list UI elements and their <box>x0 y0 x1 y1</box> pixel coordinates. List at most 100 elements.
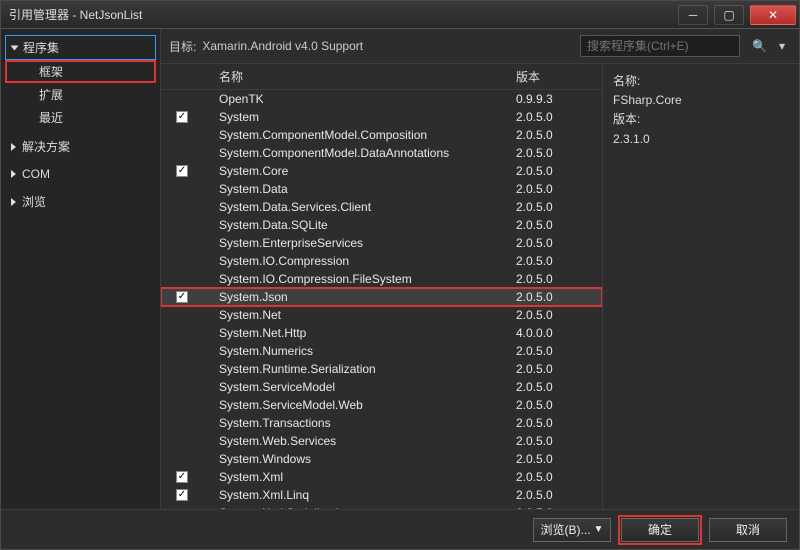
table-row[interactable]: System.Numerics2.0.5.0 <box>161 342 602 360</box>
sidebar-item-label: 框架 <box>39 65 63 79</box>
table-row[interactable]: System.IO.Compression.FileSystem2.0.5.0 <box>161 270 602 288</box>
assembly-version: 2.0.5.0 <box>516 488 602 502</box>
checkbox[interactable]: ✓ <box>176 111 188 123</box>
expand-icon <box>11 170 16 178</box>
assembly-version: 2.0.5.0 <box>516 218 602 232</box>
search-input[interactable] <box>580 35 740 57</box>
assembly-name: System.ComponentModel.DataAnnotations <box>219 146 516 160</box>
assembly-name: System.Json <box>219 290 516 304</box>
detail-name-label: 名称: <box>613 74 640 88</box>
table-row[interactable]: System.ServiceModel2.0.5.0 <box>161 378 602 396</box>
expand-icon <box>11 198 16 206</box>
main-panel: 目标: Xamarin.Android v4.0 Support 🔍 ▾ 名称 … <box>161 29 799 509</box>
assembly-version: 0.9.9.3 <box>516 92 602 106</box>
assembly-version: 2.0.5.0 <box>516 362 602 376</box>
table-row[interactable]: System.Net.Http4.0.0.0 <box>161 324 602 342</box>
window-title: 引用管理器 - NetJsonList <box>9 6 675 23</box>
table-row[interactable]: ✓System.Xml.Linq2.0.5.0 <box>161 486 602 504</box>
assembly-name: System.IO.Compression <box>219 254 516 268</box>
assembly-name: System.Data <box>219 182 516 196</box>
sidebar-group-com[interactable]: COM <box>5 164 156 184</box>
table-row[interactable]: System.ComponentModel.DataAnnotations2.0… <box>161 144 602 162</box>
detail-version-value: 2.3.1.0 <box>613 130 789 149</box>
table-row[interactable]: System.EnterpriseServices2.0.5.0 <box>161 234 602 252</box>
sidebar-item-framework[interactable]: 框架 <box>5 60 156 83</box>
cancel-button-label: 取消 <box>736 521 760 538</box>
assembly-name: System.Data.SQLite <box>219 218 516 232</box>
column-name-header[interactable]: 名称 <box>219 68 516 85</box>
target-row: 目标: Xamarin.Android v4.0 Support 🔍 ▾ <box>161 29 799 64</box>
sidebar-group-label: 程序集 <box>23 39 59 56</box>
table-row[interactable]: System.Data.Services.Client2.0.5.0 <box>161 198 602 216</box>
assembly-name: System.Xml <box>219 470 516 484</box>
minimize-button[interactable]: ─ <box>678 5 708 25</box>
sidebar-group-assemblies[interactable]: 程序集 <box>5 35 156 60</box>
assembly-version: 2.0.5.0 <box>516 470 602 484</box>
ok-button[interactable]: 确定 <box>621 518 699 542</box>
sidebar-group-label: COM <box>22 167 50 181</box>
maximize-button[interactable]: ▢ <box>714 5 744 25</box>
browse-button-label: 浏览(B)... <box>541 521 591 538</box>
close-button[interactable]: ✕ <box>750 5 796 25</box>
search-dropdown-icon[interactable]: ▾ <box>773 37 791 55</box>
sidebar-group-browse[interactable]: 浏览 <box>5 190 156 213</box>
table-row[interactable]: System.Runtime.Serialization2.0.5.0 <box>161 360 602 378</box>
assembly-version: 2.0.5.0 <box>516 164 602 178</box>
assembly-version: 2.0.5.0 <box>516 272 602 286</box>
sidebar-group-label: 浏览 <box>22 193 46 210</box>
assembly-version: 4.0.0.0 <box>516 326 602 340</box>
assembly-version: 2.0.5.0 <box>516 308 602 322</box>
table-row[interactable]: ✓System2.0.5.0 <box>161 108 602 126</box>
assembly-name: System.Transactions <box>219 416 516 430</box>
sidebar: 程序集 框架 扩展 最近 解决方案 COM <box>1 29 161 509</box>
column-version-header[interactable]: 版本 <box>516 68 602 85</box>
assembly-name: System.ComponentModel.Composition <box>219 128 516 142</box>
assembly-version: 2.0.5.0 <box>516 344 602 358</box>
detail-panel: 名称: FSharp.Core 版本: 2.3.1.0 <box>603 64 799 509</box>
assembly-name: System.Core <box>219 164 516 178</box>
assembly-name: System.Net.Http <box>219 326 516 340</box>
checkbox[interactable]: ✓ <box>176 165 188 177</box>
sidebar-item-recent[interactable]: 最近 <box>5 106 156 129</box>
table-row[interactable]: System.Web.Services2.0.5.0 <box>161 432 602 450</box>
assembly-name: System.Data.Services.Client <box>219 200 516 214</box>
table-row[interactable]: System.Transactions2.0.5.0 <box>161 414 602 432</box>
search-icon[interactable]: 🔍 <box>746 37 773 55</box>
checkbox[interactable]: ✓ <box>176 489 188 501</box>
list-header: 名称 版本 <box>161 64 602 90</box>
browse-button[interactable]: 浏览(B)... ▼ <box>533 518 611 542</box>
sidebar-item-extensions[interactable]: 扩展 <box>5 83 156 106</box>
table-row[interactable]: ✓ System.Xml2.0.5.0 <box>161 468 602 486</box>
assembly-version: 2.0.5.0 <box>516 452 602 466</box>
table-row[interactable]: System.ComponentModel.Composition2.0.5.0 <box>161 126 602 144</box>
table-row[interactable]: System.Data.SQLite2.0.5.0 <box>161 216 602 234</box>
cancel-button[interactable]: 取消 <box>709 518 787 542</box>
dropdown-icon: ▼ <box>594 524 604 535</box>
checkbox[interactable]: ✓ <box>176 471 188 483</box>
table-row[interactable]: System.IO.Compression2.0.5.0 <box>161 252 602 270</box>
expand-icon <box>11 143 16 151</box>
assembly-version: 2.0.5.0 <box>516 398 602 412</box>
table-row[interactable]: System.ServiceModel.Web2.0.5.0 <box>161 396 602 414</box>
assembly-name: System.Numerics <box>219 344 516 358</box>
mid-area: 名称 版本 OpenTK0.9.9.3✓System2.0.5.0System.… <box>161 64 799 509</box>
assembly-version: 2.0.5.0 <box>516 182 602 196</box>
list-body[interactable]: OpenTK0.9.9.3✓System2.0.5.0System.Compon… <box>161 90 602 509</box>
table-row[interactable]: System.Windows2.0.5.0 <box>161 450 602 468</box>
table-row[interactable]: System.Data2.0.5.0 <box>161 180 602 198</box>
content-area: 程序集 框架 扩展 最近 解决方案 COM <box>1 29 799 509</box>
titlebar[interactable]: 引用管理器 - NetJsonList ─ ▢ ✕ <box>1 1 799 29</box>
assembly-version: 2.0.5.0 <box>516 128 602 142</box>
assembly-version: 2.0.5.0 <box>516 380 602 394</box>
assembly-name: System.ServiceModel.Web <box>219 398 516 412</box>
sidebar-group-solution[interactable]: 解决方案 <box>5 135 156 158</box>
expand-icon <box>11 45 19 50</box>
table-row[interactable]: System.Net2.0.5.0 <box>161 306 602 324</box>
sidebar-item-label: 最近 <box>39 111 63 125</box>
assembly-version: 2.0.5.0 <box>516 416 602 430</box>
table-row[interactable]: ✓System.Json2.0.5.0 <box>161 288 602 306</box>
checkbox[interactable]: ✓ <box>176 291 188 303</box>
table-row[interactable]: ✓ System.Core2.0.5.0 <box>161 162 602 180</box>
assembly-name: System.ServiceModel <box>219 380 516 394</box>
table-row[interactable]: OpenTK0.9.9.3 <box>161 90 602 108</box>
